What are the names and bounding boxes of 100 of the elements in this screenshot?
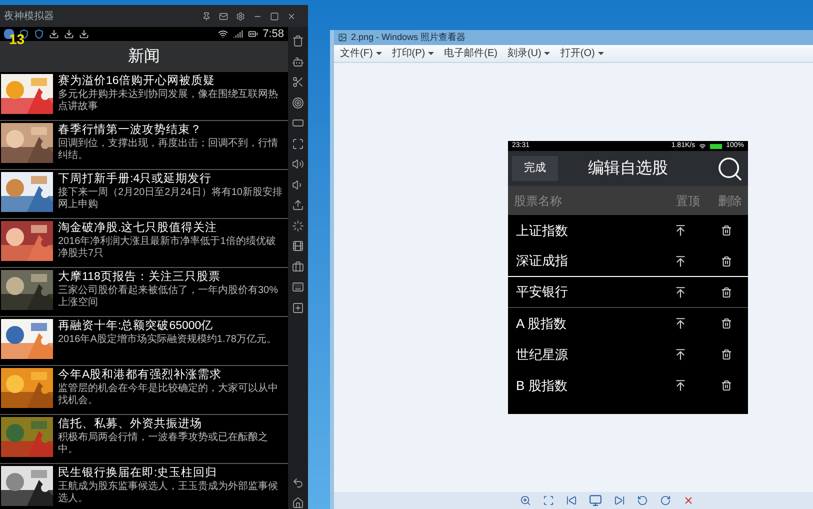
menu-item[interactable]: 打印(P)	[392, 46, 434, 61]
pin-top-icon[interactable]	[674, 224, 687, 237]
signal-icon	[232, 29, 243, 39]
download-icon	[49, 29, 59, 39]
download-icon	[64, 29, 74, 39]
news-item[interactable]: 春季行情第一波攻势结束？ 回调到位，支撑出现，再度出击；回调不到，行情纠结。	[0, 121, 288, 170]
news-title: 赛为溢价16倍购开心网被质疑	[58, 74, 216, 88]
news-summary: 2016年A股定增市场实际融资规模约1.78万亿元。	[58, 334, 276, 346]
loader-icon[interactable]	[292, 220, 304, 232]
news-item[interactable]: 民生银行换届在即:史玉柱回归 王航成为股东监事候选人，王玉贵成为外部监事候选人。	[0, 464, 288, 509]
pin-top-icon[interactable]	[674, 286, 687, 298]
pin-top-icon[interactable]	[674, 379, 687, 392]
news-summary: 回调到位，支撑出现，再度出击；回调不到，行情纠结。	[58, 138, 279, 162]
news-summary: 多元化并购并未达到协同发展，像在围绕互联网热点讲故事	[58, 89, 279, 113]
news-title: 下周打新手册:4只或延期发行	[58, 172, 213, 186]
column-header: 删除	[718, 192, 742, 210]
plus-square-icon[interactable]	[292, 302, 304, 314]
menu-item[interactable]: 电子邮件(E)	[444, 46, 498, 61]
screen-title: 编辑自选股	[588, 158, 668, 178]
robot-icon[interactable]	[292, 56, 304, 68]
zoom-icon[interactable]	[520, 495, 531, 506]
pin-top-icon[interactable]	[674, 254, 687, 268]
trash-icon[interactable]	[292, 35, 304, 47]
volume-up-icon[interactable]	[292, 158, 304, 170]
battery-icon	[710, 144, 722, 148]
stock-name: 上证指数	[516, 222, 568, 240]
news-item[interactable]: 淘金破净股.这七只股值得关注 2016年净利润大涨且最新市净率低于1倍的绩优破净股共7只	[0, 219, 288, 268]
stock-name: A 股指数	[516, 314, 567, 333]
target-icon[interactable]	[292, 96, 304, 108]
pin-top-icon[interactable]	[674, 348, 687, 361]
volume-down-icon[interactable]	[292, 178, 304, 190]
slideshow-icon[interactable]	[589, 494, 602, 507]
wifi-icon	[218, 29, 228, 39]
menu-item[interactable]: 刻录(U)	[507, 46, 550, 61]
menu-item[interactable]: 文件(F)	[340, 46, 382, 61]
stock-name: 平安银行	[516, 283, 568, 302]
fit-icon[interactable]	[543, 495, 554, 506]
done-button[interactable]: 完成	[512, 156, 558, 181]
battery-icon	[248, 29, 258, 39]
home-icon[interactable]	[292, 497, 304, 509]
pin-icon[interactable]	[202, 12, 211, 20]
trash-icon[interactable]	[721, 349, 732, 360]
news-title: 春季行情第一波攻势结束？	[58, 123, 203, 138]
news-item[interactable]: 再融资十年:总额突破65000亿 2016年A股定增市场实际融资规模约1.78万亿元。	[0, 317, 288, 366]
news-item[interactable]: 大摩118页报告：关注三只股票 三家公司股价看起来被低估了，一年内股价有30%上涨空间	[0, 268, 288, 317]
window-title: 2.png - Windows 照片查看器	[351, 30, 466, 44]
stock-name: 世纪星源	[516, 346, 568, 364]
rotate-left-icon[interactable]	[637, 495, 648, 506]
rotate-right-icon[interactable]	[660, 495, 671, 506]
mail-icon[interactable]	[219, 12, 228, 20]
previous-icon[interactable]	[566, 495, 577, 506]
news-item[interactable]: 今年A股和港都有强烈补涨需求 监管层的机会在今年是比较确定的，大家可以从中找机会。	[0, 366, 288, 415]
wifi-icon	[699, 142, 706, 150]
stock-name: B 股指数	[516, 376, 568, 395]
app-header-title: 新闻	[128, 46, 160, 66]
news-item[interactable]: 赛为溢价16倍购开心网被质疑 多元化并购并未达到协同发展，像在围绕互联网热点讲故事	[0, 72, 288, 121]
screen-icon[interactable]	[292, 117, 304, 129]
news-item[interactable]: 信托、私募、外资共振进场 积极布局两会行情，一波春季攻势或已在酝酿之中。	[0, 415, 288, 464]
scissors-icon[interactable]	[292, 76, 304, 88]
download-icon	[79, 29, 89, 39]
settings-icon[interactable]	[236, 12, 245, 20]
news-summary: 接下来一周（2月20日至2月24日）将有10新股安排网上申购	[58, 187, 284, 211]
news-title: 淘金破净股.这七只股值得关注	[58, 221, 218, 236]
news-title: 今年A股和港都有强烈补涨需求	[58, 368, 223, 382]
briefcase-icon[interactable]	[292, 260, 304, 272]
trash-icon[interactable]	[721, 286, 732, 298]
maximize-icon[interactable]	[270, 12, 279, 20]
news-summary: 监管层的机会在今年是比较确定的，大家可以从中找机会。	[58, 383, 279, 407]
trash-icon[interactable]	[721, 225, 732, 236]
keyboard-icon[interactable]	[292, 281, 304, 293]
news-summary: 2016年净利润大涨且最新市净率低于1倍的绩优破净股共7只	[58, 236, 277, 260]
back-icon[interactable]	[292, 476, 304, 488]
search-icon[interactable]	[716, 154, 744, 182]
film-icon[interactable]	[292, 240, 304, 252]
fullscreen-icon[interactable]	[292, 138, 304, 150]
news-summary: 王航成为股东监事候选人，王玉贵成为外部监事候选人。	[58, 481, 279, 505]
trash-icon[interactable]	[721, 256, 732, 266]
news-title: 信托、私募、外资共振进场	[58, 417, 203, 432]
next-icon[interactable]	[614, 495, 625, 506]
pin-top-icon[interactable]	[674, 317, 687, 330]
close-icon[interactable]	[287, 12, 296, 20]
notification-count: 13	[9, 32, 25, 46]
shield-icon	[34, 29, 44, 39]
news-title: 再融资十年:总额突破65000亿	[58, 319, 214, 334]
image-icon	[338, 33, 347, 42]
menu-item[interactable]: 打开(O)	[560, 46, 604, 61]
upload-icon[interactable]	[292, 199, 304, 211]
news-summary: 积极布局两会行情，一波春季攻势或已在酝酿之中。	[58, 432, 269, 456]
trash-icon[interactable]	[721, 318, 732, 329]
stock-name: 深证成指	[516, 252, 568, 270]
news-title: 民生银行换届在即:史玉柱回归	[58, 466, 218, 480]
news-title: 大摩118页报告：关注三只股票	[58, 270, 222, 284]
window-title: 夜神模拟器	[4, 10, 54, 24]
column-header: 股票名称	[514, 192, 562, 210]
status-time: 7:58	[262, 26, 284, 42]
trash-icon[interactable]	[721, 380, 732, 391]
delete-icon[interactable]	[683, 495, 694, 506]
news-summary: 三家公司股价看起来被低估了，一年内股价有30%上涨空间	[58, 285, 280, 309]
news-item[interactable]: 下周打新手册:4只或延期发行 接下来一周（2月20日至2月24日）将有10新股安排网上申购	[0, 170, 288, 219]
column-header: 置顶	[676, 192, 700, 210]
